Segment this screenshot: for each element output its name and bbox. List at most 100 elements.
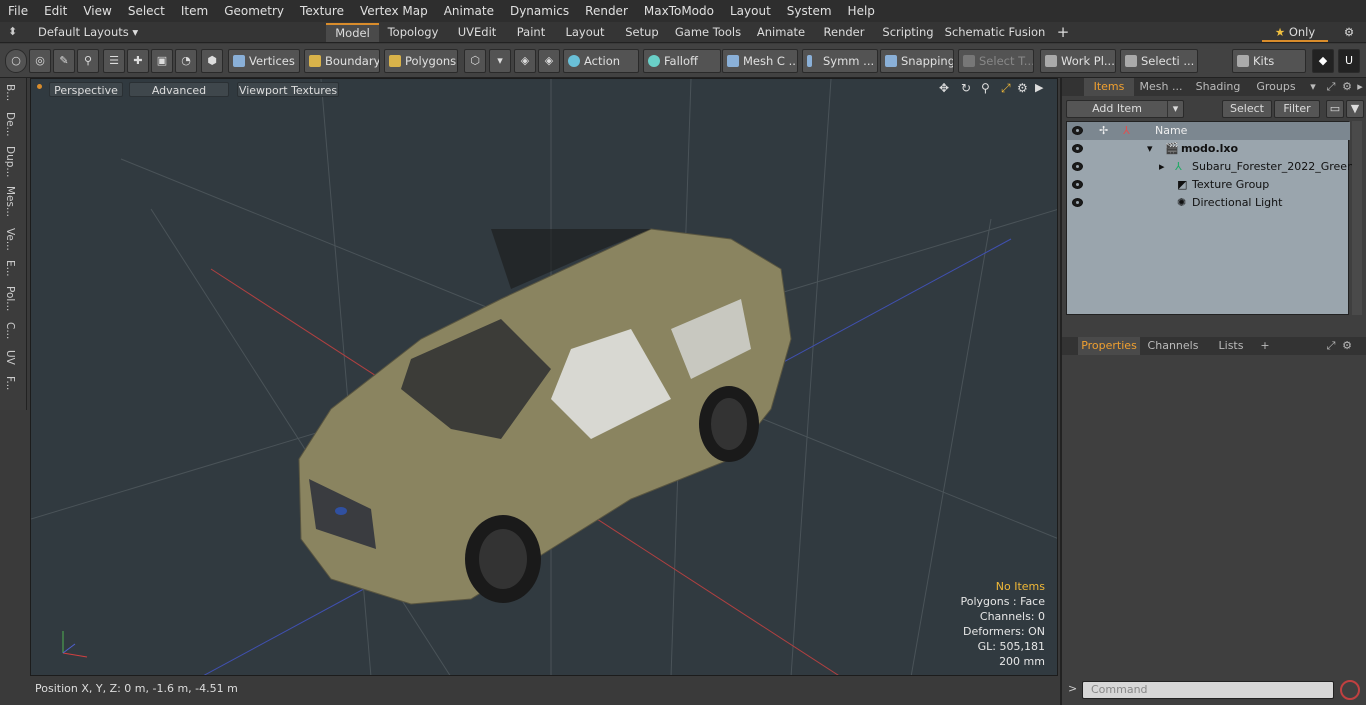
- menu-system[interactable]: System: [779, 4, 840, 18]
- menu-render[interactable]: Render: [577, 4, 636, 18]
- tab-properties[interactable]: Properties: [1078, 337, 1140, 355]
- menu-layout[interactable]: Layout: [722, 4, 779, 18]
- left-tab-mesh-edit[interactable]: Mes...: [4, 186, 16, 217]
- menu-geometry[interactable]: Geometry: [216, 4, 292, 18]
- menu-file[interactable]: File: [0, 4, 36, 18]
- tab-scripting[interactable]: Scripting: [876, 23, 940, 42]
- left-tab-duplicate[interactable]: Dup...: [4, 146, 16, 177]
- viewport-arrow-icon[interactable]: ▶: [1035, 81, 1043, 94]
- tab-uvedit[interactable]: UVEdit: [448, 23, 506, 42]
- left-tab-vertex[interactable]: Ve...: [4, 228, 16, 251]
- tree-row-light[interactable]: ✺ Directional Light: [1067, 194, 1350, 212]
- items-scrollbar[interactable]: [1352, 121, 1362, 315]
- tab-game-tools[interactable]: Game Tools: [670, 23, 746, 42]
- left-tab-basic[interactable]: B...: [4, 84, 16, 101]
- visibility-eye-icon[interactable]: [1072, 144, 1083, 153]
- left-tab-polygon[interactable]: Pol...: [4, 286, 16, 311]
- boundary-button[interactable]: Boundary: [304, 49, 380, 73]
- expand-panel-icon[interactable]: ⤢: [1324, 78, 1338, 96]
- menu-item[interactable]: Item: [173, 4, 216, 18]
- zoom-icon[interactable]: ⚲: [981, 81, 990, 95]
- tree-row-mesh[interactable]: ▸ ⅄ Subaru_Forester_2022_Green: [1067, 158, 1354, 176]
- globe-icon[interactable]: ◎: [29, 49, 51, 73]
- material-icon[interactable]: ⬡: [464, 49, 486, 73]
- panel-arrow-icon[interactable]: ▸: [1354, 78, 1366, 96]
- menu-dynamics[interactable]: Dynamics: [502, 4, 577, 18]
- only-toggle[interactable]: ★ Only: [1262, 23, 1328, 42]
- menu-select[interactable]: Select: [120, 4, 173, 18]
- props-gear-icon[interactable]: ⚙: [1340, 337, 1354, 355]
- select-button[interactable]: Select: [1222, 100, 1272, 118]
- gear-icon[interactable]: ⚙: [1338, 23, 1360, 42]
- left-tab-fusion[interactable]: F...: [4, 376, 16, 390]
- filter-button[interactable]: Filter: [1274, 100, 1320, 118]
- tab-schematic-fusion[interactable]: Schematic Fusion: [944, 23, 1046, 42]
- sym-shield-icon[interactable]: ◈: [514, 49, 536, 73]
- symmetry-button[interactable]: Symm ...: [802, 49, 878, 73]
- unity-icon[interactable]: ◆: [1312, 49, 1334, 73]
- tab-render[interactable]: Render: [816, 23, 872, 42]
- add-tab-icon[interactable]: +: [1052, 23, 1074, 42]
- work-plane-button[interactable]: Work Pl...: [1040, 49, 1116, 73]
- rotate-view-icon[interactable]: ↻: [961, 81, 971, 95]
- tab-setup[interactable]: Setup: [618, 23, 666, 42]
- tab-mesh[interactable]: Mesh ...: [1136, 78, 1186, 96]
- 3d-viewport[interactable]: Perspective Advanced Viewport Textures ✥…: [30, 78, 1058, 676]
- tab-groups[interactable]: Groups: [1248, 78, 1304, 96]
- items-mode-icon[interactable]: ⬢: [201, 49, 223, 73]
- pen-icon[interactable]: ✎: [53, 49, 75, 73]
- select-through-button[interactable]: Select T...: [958, 49, 1034, 73]
- record-icon[interactable]: [1340, 680, 1360, 700]
- menu-maxtomodo[interactable]: MaxToModo: [636, 4, 722, 18]
- snapping-button[interactable]: Snapping: [880, 49, 954, 73]
- left-tab-edge[interactable]: E...: [4, 260, 16, 277]
- rotate-icon[interactable]: ◔: [175, 49, 197, 73]
- mesh-constraint-button[interactable]: Mesh C ...: [722, 49, 798, 73]
- viewport-textures-button[interactable]: Viewport Textures: [237, 82, 339, 97]
- visibility-eye-icon[interactable]: [1072, 162, 1083, 171]
- command-input[interactable]: Command: [1082, 681, 1334, 699]
- expand-arrow-icon[interactable]: ▾: [1147, 140, 1153, 158]
- tab-shading[interactable]: Shading: [1190, 78, 1246, 96]
- tabs-dropdown-icon[interactable]: ▾: [1306, 78, 1320, 96]
- kits-button[interactable]: Kits: [1232, 49, 1306, 73]
- tab-items[interactable]: Items: [1084, 78, 1134, 96]
- tab-paint[interactable]: Paint: [510, 23, 552, 42]
- collapse-icon[interactable]: ▭: [1326, 100, 1344, 118]
- tab-channels[interactable]: Channels: [1144, 337, 1202, 355]
- menu-edit[interactable]: Edit: [36, 4, 75, 18]
- tab-topology[interactable]: Topology: [382, 23, 444, 42]
- polygons-button[interactable]: Polygons: [384, 49, 458, 73]
- unreal-icon[interactable]: U: [1338, 49, 1360, 73]
- add-item-button[interactable]: Add Item ▾: [1066, 100, 1184, 118]
- brush-icon[interactable]: ⚲: [77, 49, 99, 73]
- viewport-gear-icon[interactable]: ⚙: [1017, 81, 1028, 95]
- left-tab-uv[interactable]: UV: [4, 350, 16, 365]
- tab-lists[interactable]: Lists: [1208, 337, 1254, 355]
- visibility-eye-icon[interactable]: [1072, 198, 1083, 207]
- tab-layout[interactable]: Layout: [556, 23, 614, 42]
- frame-icon[interactable]: ▣: [151, 49, 173, 73]
- align-icon[interactable]: ☰: [103, 49, 125, 73]
- tree-row-scene[interactable]: ▾ 🎬 modo.lxo: [1067, 140, 1350, 158]
- vertices-button[interactable]: Vertices: [228, 49, 300, 73]
- expand-props-icon[interactable]: ⤢: [1324, 337, 1338, 355]
- falloff-button[interactable]: Falloff: [643, 49, 721, 73]
- action-center-button[interactable]: Action: [563, 49, 639, 73]
- left-tab-curve[interactable]: C...: [4, 322, 16, 339]
- tab-animate[interactable]: Animate: [750, 23, 812, 42]
- tree-row-texture-group[interactable]: ◩ Texture Group: [1067, 176, 1350, 194]
- menu-view[interactable]: View: [75, 4, 119, 18]
- add-prop-tab-icon[interactable]: +: [1258, 337, 1272, 355]
- layout-toggle-icon[interactable]: ⬍: [8, 25, 17, 38]
- sym-shield-2-icon[interactable]: ◈: [538, 49, 560, 73]
- panel-gear-icon[interactable]: ⚙: [1340, 78, 1354, 96]
- select-circle-icon[interactable]: ○: [5, 49, 27, 73]
- left-tab-deform[interactable]: De...: [4, 112, 16, 137]
- perspective-button[interactable]: Perspective: [49, 82, 123, 97]
- menu-animate[interactable]: Animate: [436, 4, 502, 18]
- expand-arrow-icon[interactable]: ▸: [1159, 158, 1165, 176]
- menu-vertex-map[interactable]: Vertex Map: [352, 4, 436, 18]
- maximize-icon[interactable]: ⤢: [1001, 81, 1011, 96]
- chevron-down-icon[interactable]: ▾: [489, 49, 511, 73]
